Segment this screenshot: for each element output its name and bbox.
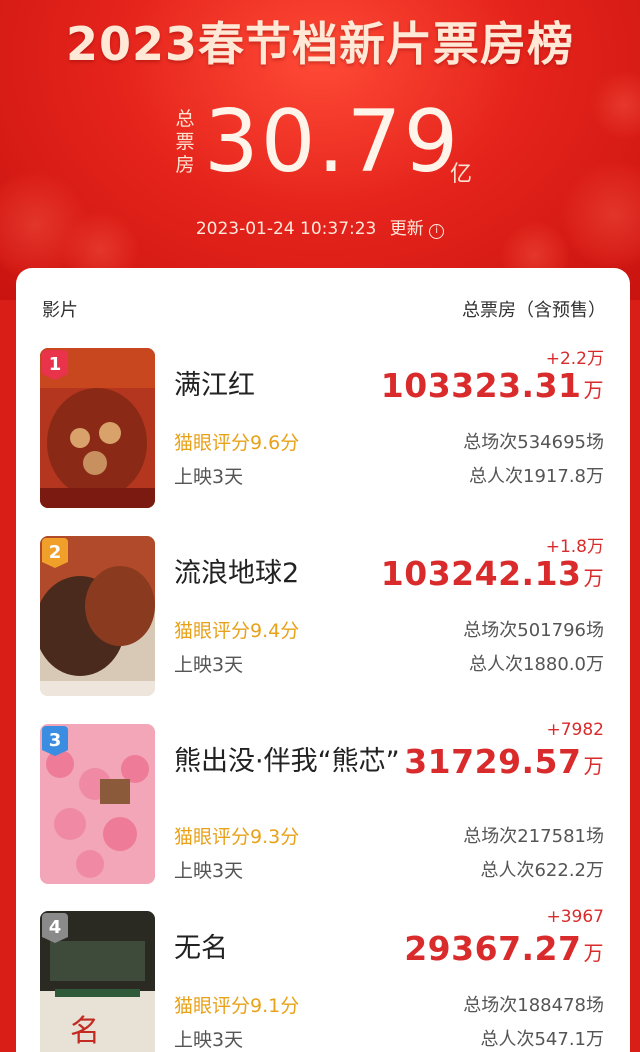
total-admissions: 总人次622.2万 — [480, 860, 604, 881]
box-office-unit: 万 — [583, 941, 604, 965]
box-office-delta: +3967 — [546, 907, 604, 927]
column-header-film: 影片 — [42, 300, 78, 321]
box-office-number: 103242.13 — [380, 554, 582, 593]
release-days: 上映3天 — [174, 860, 244, 882]
rank-badge: 1 — [42, 350, 68, 380]
info-icon[interactable]: i — [429, 224, 445, 239]
box-office-value: 103323.31 万 — [381, 366, 604, 405]
movie-poster: 1 — [40, 348, 155, 508]
release-days: 上映3天 — [174, 654, 244, 676]
movie-rating: 猫眼评分9.6分 — [174, 432, 300, 454]
total-admissions: 总人次1917.8万 — [469, 466, 604, 487]
release-days: 上映3天 — [174, 466, 244, 488]
plum-blossom-decoration — [590, 70, 640, 140]
movie-poster: 名 4 — [40, 911, 155, 1052]
box-office-value: 31729.57 万 — [404, 742, 604, 781]
total-showings: 总场次534695场 — [463, 432, 604, 453]
movie-rating: 猫眼评分9.4分 — [174, 620, 300, 642]
movie-title: 无名 — [174, 933, 228, 964]
update-label: 更新 — [389, 219, 424, 239]
box-office-unit: 万 — [583, 378, 604, 402]
box-office-delta: +7982 — [546, 720, 604, 740]
rank-badge: 4 — [42, 913, 68, 943]
release-days: 上映3天 — [174, 1029, 244, 1051]
total-box-office-unit: 亿 — [450, 162, 473, 187]
movie-row[interactable]: 2 流浪地球2 猫眼评分9.4分 上映3天 +1.8万 103242.13 万 总… — [16, 536, 630, 706]
box-office-number: 103323.31 — [380, 366, 582, 405]
page-title: 2023春节档新片票房榜 — [65, 17, 575, 71]
box-office-value: 103242.13 万 — [381, 554, 604, 593]
total-showings: 总场次188478场 — [463, 995, 604, 1016]
movie-row[interactable]: 名 4 无名 猫眼评分9.1分 上映3天 +3967 29367.27 万 总场次… — [16, 907, 630, 1052]
ranking-card: 影片 总票房（含预售） 1 满江红 猫眼评分9.6分 上映3天 +2.2万 10… — [16, 268, 630, 1052]
column-header-box-office: 总票房（含预售） — [462, 300, 606, 321]
movie-rating: 猫眼评分9.3分 — [174, 826, 300, 848]
total-box-office-value: 30.79 — [204, 92, 461, 192]
box-office-unit: 万 — [583, 754, 604, 778]
total-box-office-label: 总票房 — [175, 108, 195, 176]
timestamp: 2023-01-24 10:37:23 — [195, 219, 377, 239]
rank-badge: 3 — [42, 726, 68, 756]
box-office-number: 29367.27 — [404, 929, 582, 968]
rank-badge: 2 — [42, 538, 68, 568]
svg-text:名: 名 — [70, 1014, 100, 1049]
box-office-unit: 万 — [583, 566, 604, 590]
header-banner: 2023春节档新片票房榜 总票房 30.79 亿 2023-01-24 10:3… — [0, 0, 640, 300]
update-timestamp-row: 2023-01-24 10:37:23 更新 i — [0, 214, 640, 239]
total-showings: 总场次501796场 — [463, 620, 604, 641]
total-admissions: 总人次1880.0万 — [469, 654, 604, 675]
box-office-value: 29367.27 万 — [404, 929, 604, 968]
total-admissions: 总人次547.1万 — [480, 1029, 604, 1050]
movie-row[interactable]: 1 满江红 猫眼评分9.6分 上映3天 +2.2万 103323.31 万 总场次… — [16, 348, 630, 518]
box-office-number: 31729.57 — [404, 742, 582, 781]
movie-title: 熊出没·伴我“熊芯” — [174, 746, 400, 777]
movie-poster: 2 — [40, 536, 155, 696]
movie-rating: 猫眼评分9.1分 — [174, 995, 300, 1017]
movie-poster: 3 — [40, 724, 155, 884]
movie-row[interactable]: 3 熊出没·伴我“熊芯” 猫眼评分9.3分 上映3天 +7982 31729.5… — [16, 720, 630, 894]
total-showings: 总场次217581场 — [463, 826, 604, 847]
